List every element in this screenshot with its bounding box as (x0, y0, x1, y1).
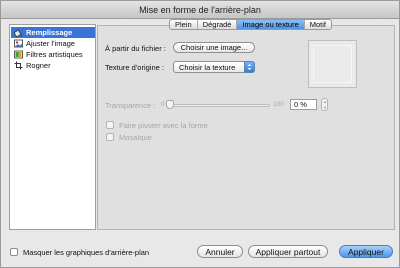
paint-bucket-icon (14, 29, 23, 37)
crop-icon (14, 61, 23, 70)
hide-background-graphics-label: Masquer les graphiques d'arrière-plan (23, 248, 150, 257)
tile-label: Mosaïque (119, 133, 152, 142)
sidebar-item-label: Rogner (26, 61, 51, 70)
format-background-dialog: Mise en forme de l'arrière-plan Rempliss… (0, 0, 400, 268)
sidebar-item-label: Filtres artistiques (26, 50, 83, 59)
tab-plein[interactable]: Plein (170, 20, 198, 29)
tab-degrade[interactable]: Dégradé (198, 20, 238, 29)
fill-settings-panel: À partir du fichier : Choisir une image.… (97, 25, 395, 230)
sidebar-item-filtres-artistiques[interactable]: Filtres artistiques (11, 49, 95, 60)
transparency-label: Transparence : (105, 101, 156, 110)
sidebar-list: Remplissage Ajuster l'image Filtres arti… (9, 24, 96, 230)
sidebar-item-remplissage[interactable]: Remplissage (11, 27, 95, 38)
window-title: Mise en forme de l'arrière-plan (1, 1, 399, 19)
slider-max-label: 100 (273, 101, 284, 108)
texture-popup[interactable]: Choisir la texture (173, 61, 255, 73)
fill-type-tabs: Plein Dégradé Image ou texture Motif (169, 19, 333, 30)
original-texture-label: Texture d'origine : (105, 63, 164, 72)
artistic-filter-icon (14, 50, 23, 59)
texture-popup-value: Choisir la texture (179, 63, 236, 72)
chevron-updown-icon (244, 61, 255, 73)
rotate-with-shape-label: Faire pivoter avec la forme (119, 121, 208, 130)
from-file-label: À partir du fichier : (105, 44, 166, 53)
hide-background-graphics-checkbox[interactable] (10, 248, 18, 256)
transparency-slider[interactable] (170, 104, 270, 107)
slider-min-label: 0 (161, 101, 165, 108)
texture-preview-frame (313, 45, 352, 83)
sidebar-item-ajuster-image[interactable]: Ajuster l'image (11, 38, 95, 49)
apply-all-button[interactable]: Appliquer partout (248, 245, 328, 258)
tab-motif[interactable]: Motif (305, 20, 331, 29)
texture-preview (308, 40, 357, 88)
adjust-image-icon (14, 39, 23, 48)
tab-image-ou-texture[interactable]: Image ou texture (237, 20, 305, 29)
sidebar-item-label: Ajuster l'image (26, 39, 75, 48)
rotate-with-shape-checkbox[interactable] (106, 121, 114, 129)
apply-button[interactable]: Appliquer (339, 245, 393, 258)
tile-checkbox[interactable] (106, 133, 114, 141)
sidebar-item-label: Remplissage (26, 28, 73, 37)
sidebar-item-rogner[interactable]: Rogner (11, 60, 95, 71)
transparency-stepper[interactable]: ▲ ▼ (321, 98, 328, 111)
transparency-field[interactable]: 0 % (290, 99, 317, 110)
transparency-slider-thumb[interactable] (166, 100, 174, 109)
choose-image-button[interactable]: Choisir une image... (173, 42, 255, 53)
cancel-button[interactable]: Annuler (197, 245, 243, 258)
